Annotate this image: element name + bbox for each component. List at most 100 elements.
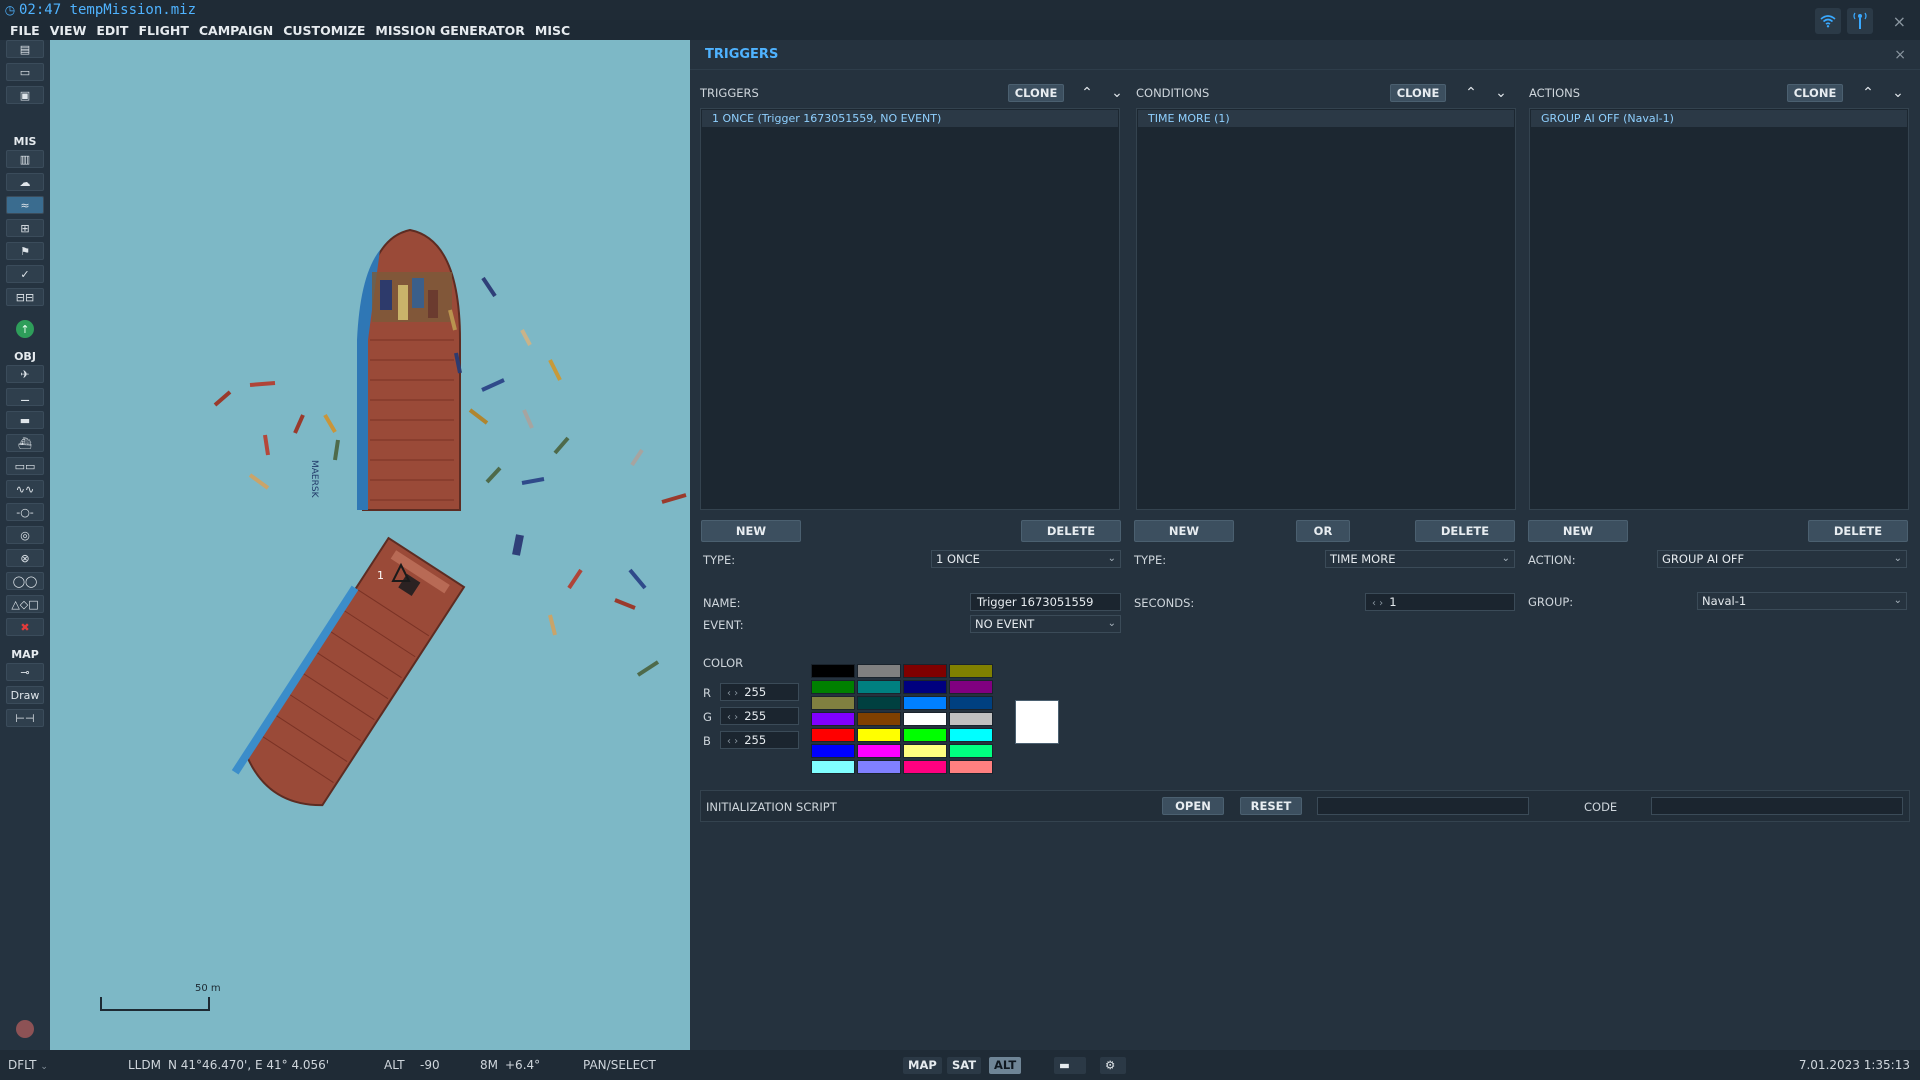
add-ship-button[interactable]: ⛴: [6, 434, 44, 452]
color-swatch[interactable]: [949, 664, 993, 678]
trigger-event-select[interactable]: NO EVENT ⌄: [970, 615, 1121, 633]
color-swatch[interactable]: [949, 712, 993, 726]
resource-manager-button[interactable]: ⊞: [6, 219, 44, 237]
color-swatch[interactable]: [811, 744, 855, 758]
spinner-arrows-icon[interactable]: ‹ ›: [727, 712, 738, 723]
actions-clone-button[interactable]: CLONE: [1787, 84, 1843, 102]
color-swatch[interactable]: [903, 696, 947, 710]
trigger-list-item[interactable]: 1 ONCE (Trigger 1673051559, NO EVENT): [702, 110, 1118, 127]
condition-seconds-spinner[interactable]: ‹ › 1: [1365, 593, 1515, 611]
panel-close-icon[interactable]: ×: [1894, 47, 1906, 63]
trigger-delete-button[interactable]: DELETE: [1021, 520, 1121, 542]
action-new-button[interactable]: NEW: [1528, 520, 1628, 542]
draw-button[interactable]: Draw: [6, 686, 44, 704]
spinner-arrows-icon[interactable]: ‹ ›: [727, 688, 738, 699]
color-swatch[interactable]: [949, 696, 993, 710]
action-delete-button[interactable]: DELETE: [1808, 520, 1908, 542]
triggers-move-up-icon[interactable]: ⌃: [1078, 85, 1096, 101]
menu-flight[interactable]: FLIGHT: [138, 23, 188, 38]
add-target-button[interactable]: ⊗: [6, 549, 44, 567]
color-swatch[interactable]: [857, 744, 901, 758]
coord-system-label[interactable]: LLDM: [128, 1050, 161, 1080]
add-airplane-button[interactable]: ✈: [6, 365, 44, 383]
conditions-clone-button[interactable]: CLONE: [1390, 84, 1446, 102]
container-ship-1[interactable]: MAERSK: [309, 228, 461, 511]
color-swatch[interactable]: [857, 680, 901, 694]
unit-filter-icon[interactable]: ▬: [1054, 1057, 1086, 1074]
color-swatch[interactable]: [857, 712, 901, 726]
ruler-button[interactable]: ⊢⊣: [6, 709, 44, 727]
add-template-button[interactable]: ∿∿: [6, 480, 44, 498]
condition-or-button[interactable]: OR: [1296, 520, 1350, 542]
wifi-icon[interactable]: [1814, 8, 1841, 34]
spinner-arrows-icon[interactable]: ‹ ›: [1372, 598, 1383, 609]
add-ground-vehicle-button[interactable]: ▬: [6, 411, 44, 429]
briefing-button[interactable]: ▥: [6, 150, 44, 168]
add-helicopter-button[interactable]: ⚊: [6, 388, 44, 406]
init-script-reset-button[interactable]: RESET: [1240, 797, 1302, 815]
color-swatch[interactable]: [903, 680, 947, 694]
add-formation-button[interactable]: ◯◯: [6, 572, 44, 590]
menu-customize[interactable]: CUSTOMIZE: [283, 23, 365, 38]
record-icon[interactable]: [16, 1020, 34, 1038]
action-group-select[interactable]: Naval-1 ⌄: [1697, 592, 1907, 610]
color-swatch[interactable]: [857, 664, 901, 678]
add-static-button[interactable]: ▭▭: [6, 457, 44, 475]
condition-new-button[interactable]: NEW: [1134, 520, 1234, 542]
add-nav-point-button[interactable]: -○-: [6, 503, 44, 521]
goals-button[interactable]: ⚑: [6, 242, 44, 260]
save-mission-button[interactable]: ▣: [6, 86, 44, 104]
open-mission-button[interactable]: ▭: [6, 63, 44, 81]
coalition-button[interactable]: ⊟⊟: [6, 288, 44, 306]
color-swatch[interactable]: [949, 760, 993, 774]
actions-move-down-icon[interactable]: ⌄: [1889, 85, 1907, 101]
menu-mission-generator[interactable]: MISSION GENERATOR: [375, 23, 525, 38]
color-swatch[interactable]: [811, 696, 855, 710]
antenna-icon[interactable]: [1846, 8, 1873, 34]
conditions-move-up-icon[interactable]: ⌃: [1462, 85, 1480, 101]
menu-misc[interactable]: MISC: [535, 23, 570, 38]
sat-mode-button[interactable]: SAT: [947, 1057, 982, 1074]
trigger-new-button[interactable]: NEW: [701, 520, 801, 542]
trigger-name-field[interactable]: Trigger 1673051559: [970, 593, 1121, 611]
menu-view[interactable]: VIEW: [50, 23, 87, 38]
delete-object-button[interactable]: ✖: [6, 618, 44, 636]
map-mode-button[interactable]: MAP: [903, 1057, 942, 1074]
color-swatch[interactable]: [903, 664, 947, 678]
container-ship-2[interactable]: [231, 535, 466, 822]
color-swatch[interactable]: [811, 680, 855, 694]
menu-edit[interactable]: EDIT: [96, 23, 128, 38]
settings-gear-icon[interactable]: ⚙: [1100, 1057, 1126, 1074]
alt-mode-button[interactable]: ALT: [989, 1057, 1022, 1074]
color-swatch[interactable]: [903, 760, 947, 774]
profile-select[interactable]: DFLT ⌄: [8, 1050, 48, 1080]
color-swatch[interactable]: [949, 728, 993, 742]
init-code-field[interactable]: [1651, 797, 1903, 815]
triggers-list[interactable]: 1 ONCE (Trigger 1673051559, NO EVENT): [700, 108, 1120, 510]
menu-file[interactable]: FILE: [10, 23, 40, 38]
condition-type-select[interactable]: TIME MORE ⌄: [1325, 550, 1515, 568]
color-swatch[interactable]: [857, 696, 901, 710]
trigger-type-select[interactable]: 1 ONCE ⌄: [931, 550, 1121, 568]
color-swatch[interactable]: [857, 760, 901, 774]
action-type-select[interactable]: GROUP AI OFF ⌄: [1657, 550, 1907, 568]
window-close-icon[interactable]: ×: [1893, 12, 1906, 31]
map-options-button[interactable]: ⊸: [6, 663, 44, 681]
add-zone-button[interactable]: ◎: [6, 526, 44, 544]
condition-delete-button[interactable]: DELETE: [1415, 520, 1515, 542]
color-swatch[interactable]: [949, 744, 993, 758]
color-swatch[interactable]: [903, 744, 947, 758]
color-swatch[interactable]: [811, 712, 855, 726]
color-swatch[interactable]: [857, 728, 901, 742]
color-r-spinner[interactable]: ‹ › 255: [720, 683, 799, 701]
color-swatch[interactable]: [811, 664, 855, 678]
new-mission-button[interactable]: ▤: [6, 40, 44, 58]
triggers-clone-button[interactable]: CLONE: [1008, 84, 1064, 102]
color-swatch[interactable]: [903, 712, 947, 726]
triggers-move-down-icon[interactable]: ⌄: [1108, 85, 1126, 101]
color-g-spinner[interactable]: ‹ › 255: [720, 707, 799, 725]
init-script-open-button[interactable]: OPEN: [1162, 797, 1224, 815]
actions-move-up-icon[interactable]: ⌃: [1859, 85, 1877, 101]
color-swatch[interactable]: [949, 680, 993, 694]
check-mission-button[interactable]: ✓: [6, 265, 44, 283]
